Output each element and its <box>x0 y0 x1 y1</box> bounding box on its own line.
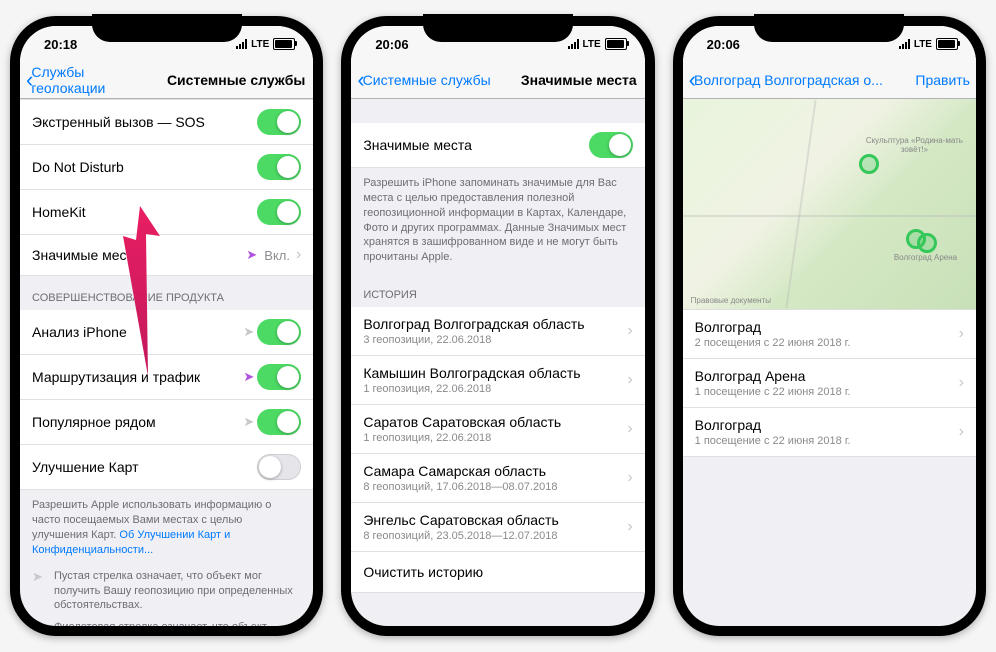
nav-title: Системные службы <box>167 72 305 88</box>
row-homekit[interactable]: HomeKit <box>20 190 313 235</box>
row-improve-maps[interactable]: Улучшение Карт <box>20 445 313 490</box>
row-dnd[interactable]: Do Not Disturb <box>20 145 313 190</box>
map-pin[interactable] <box>917 233 937 253</box>
row-significant-locations[interactable]: Значимые места➤Вкл.› <box>20 235 313 276</box>
toggle[interactable] <box>257 154 301 180</box>
map-view[interactable]: Скульптура «Родина-мать зовёт!» Волгогра… <box>683 99 976 310</box>
nav-bar: ‹Волгоград Волгоградская о... Править <box>683 62 976 99</box>
location-arrow-icon: ➤ <box>243 324 257 340</box>
location-arrow-icon: ➤ <box>32 569 46 612</box>
place-row[interactable]: Волгоград1 посещение с 22 июня 2018 г.› <box>683 408 976 457</box>
section-header: СОВЕРШЕНСТВОВАНИЕ ПРОДУКТА <box>20 276 313 310</box>
network-label: LTE <box>914 39 932 50</box>
toggle[interactable] <box>257 319 301 345</box>
nav-bar: ‹Службы геолокации Системные службы <box>20 62 313 99</box>
location-arrow-icon: ➤ <box>32 620 46 626</box>
legend-hollow: ➤Пустая стрелка означает, что объект мог… <box>20 565 313 616</box>
notch <box>754 14 904 42</box>
toggle[interactable] <box>257 454 301 480</box>
row-popular-nearby[interactable]: Популярное рядом➤ <box>20 400 313 445</box>
status-time: 20:18 <box>44 37 77 52</box>
legend-purple: ➤Фиолетовая стрелка означает, что объект… <box>20 616 313 626</box>
battery-icon <box>273 38 295 50</box>
toggle[interactable] <box>257 364 301 390</box>
phone-1: 20:18 LTE ‹Службы геолокации Системные с… <box>10 16 323 636</box>
history-row[interactable]: Волгоград Волгоградская область3 геопози… <box>351 307 644 356</box>
chevron-right-icon: › <box>627 371 632 389</box>
back-button[interactable]: ‹Волгоград Волгоградская о... <box>689 67 883 93</box>
signal-icon <box>236 39 247 49</box>
status-time: 20:06 <box>707 37 740 52</box>
edit-button[interactable]: Править <box>915 72 970 88</box>
phone-3: 20:06 LTE ‹Волгоград Волгоградская о... … <box>673 16 986 636</box>
toggle[interactable] <box>257 109 301 135</box>
map-poi-label: Скульптура «Родина-мать зовёт!» <box>853 137 976 155</box>
toggle[interactable] <box>589 132 633 158</box>
place-row[interactable]: Волгоград2 посещения с 22 июня 2018 г.› <box>683 310 976 359</box>
battery-icon <box>936 38 958 50</box>
location-arrow-icon: ➤ <box>243 414 257 430</box>
section-header-history: ИСТОРИЯ <box>351 273 644 307</box>
history-row[interactable]: Саратов Саратовская область1 геопозиция,… <box>351 405 644 454</box>
row-routing-traffic[interactable]: Маршрутизация и трафик➤ <box>20 355 313 400</box>
settings-list[interactable]: Экстренный вызов — SOS Do Not Disturb Ho… <box>20 99 313 626</box>
toggle[interactable] <box>257 199 301 225</box>
toggle[interactable] <box>257 409 301 435</box>
network-label: LTE <box>583 39 601 50</box>
status-time: 20:06 <box>375 37 408 52</box>
map-pin[interactable] <box>859 154 879 174</box>
section-footer: Разрешить iPhone запоминать значимые для… <box>351 168 644 273</box>
history-row[interactable]: Самара Самарская область8 геопозиций, 17… <box>351 454 644 503</box>
settings-list[interactable]: Значимые места Разрешить iPhone запомина… <box>351 99 644 626</box>
back-button[interactable]: ‹Службы геолокации <box>26 64 161 96</box>
history-row[interactable]: Камышин Волгоградская область1 геопозици… <box>351 356 644 405</box>
clear-history-button[interactable]: Очистить историю <box>351 552 644 593</box>
map-poi-label: Волгоград Арена <box>894 254 957 263</box>
network-label: LTE <box>251 39 269 50</box>
notch <box>423 14 573 42</box>
chevron-right-icon: › <box>959 325 964 343</box>
nav-bar: ‹Системные службы Значимые места <box>351 62 644 99</box>
location-arrow-icon: ➤ <box>246 247 260 263</box>
row-significant-locations-toggle[interactable]: Значимые места <box>351 123 644 168</box>
chevron-right-icon: › <box>627 420 632 438</box>
row-iphone-analytics[interactable]: Анализ iPhone➤ <box>20 310 313 355</box>
chevron-right-icon: › <box>296 246 301 264</box>
chevron-right-icon: › <box>627 469 632 487</box>
map-legal-link[interactable]: Правовые документы <box>691 296 771 305</box>
battery-icon <box>605 38 627 50</box>
back-button[interactable]: ‹Системные службы <box>357 67 490 93</box>
nav-title: Значимые места <box>521 72 637 88</box>
chevron-right-icon: › <box>627 322 632 340</box>
place-row[interactable]: Волгоград Арена1 посещение с 22 июня 201… <box>683 359 976 408</box>
history-row[interactable]: Энгельс Саратовская область8 геопозиций,… <box>351 503 644 552</box>
location-arrow-icon: ➤ <box>243 369 257 385</box>
chevron-right-icon: › <box>627 518 632 536</box>
phone-2: 20:06 LTE ‹Системные службы Значимые мес… <box>341 16 654 636</box>
signal-icon <box>899 39 910 49</box>
chevron-right-icon: › <box>959 374 964 392</box>
notch <box>92 14 242 42</box>
row-emergency-sos[interactable]: Экстренный вызов — SOS <box>20 99 313 145</box>
chevron-right-icon: › <box>959 423 964 441</box>
signal-icon <box>568 39 579 49</box>
section-footer: Разрешить Apple использовать информацию … <box>20 490 313 565</box>
detail-content[interactable]: Скульптура «Родина-мать зовёт!» Волгогра… <box>683 99 976 626</box>
